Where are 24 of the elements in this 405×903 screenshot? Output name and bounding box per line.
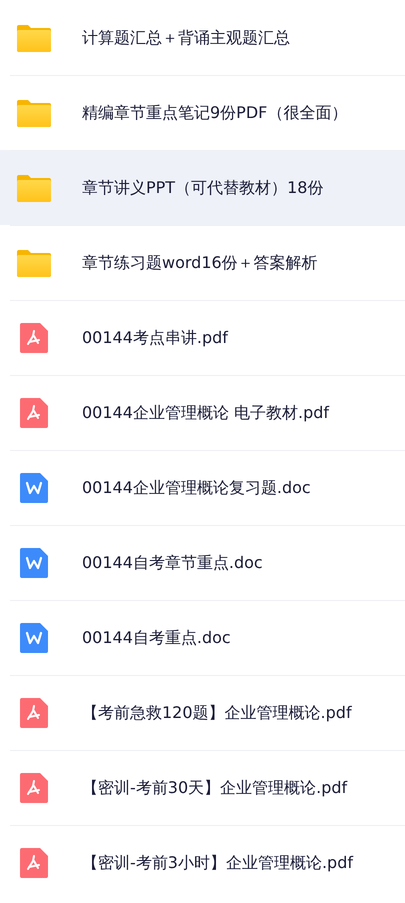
- file-row[interactable]: 章节讲义PPT（可代替教材）18份: [0, 150, 405, 225]
- file-row[interactable]: 00144企业管理概论复习题.doc: [0, 450, 405, 525]
- file-row[interactable]: 00144自考章节重点.doc: [0, 525, 405, 600]
- file-name: 00144考点串讲.pdf: [82, 326, 228, 348]
- file-name: 精编章节重点笔记9份PDF（很全面）: [82, 102, 348, 124]
- file-name: 章节练习题word16份＋答案解析: [82, 252, 318, 274]
- file-row[interactable]: 00144企业管理概论 电子教材.pdf: [0, 375, 405, 450]
- file-name: 【考前急救120题】企业管理概论.pdf: [82, 702, 352, 724]
- file-name: 计算题汇总＋背诵主观题汇总: [82, 26, 290, 48]
- file-row[interactable]: 【密训-考前30天】企业管理概论.pdf: [0, 750, 405, 825]
- file-name: 【密训-考前3小时】企业管理概论.pdf: [82, 852, 353, 874]
- file-name: 00144自考章节重点.doc: [82, 552, 263, 574]
- file-row[interactable]: 00144自考重点.doc: [0, 600, 405, 675]
- file-row[interactable]: 00144考点串讲.pdf: [0, 300, 405, 375]
- file-row[interactable]: 章节练习题word16份＋答案解析: [0, 225, 405, 300]
- file-name: 【密训-考前30天】企业管理概论.pdf: [82, 776, 348, 798]
- file-row[interactable]: 【密训-考前3小时】企业管理概论.pdf: [0, 825, 405, 900]
- file-row[interactable]: 精编章节重点笔记9份PDF（很全面）: [0, 75, 405, 150]
- file-row[interactable]: 【考前急救120题】企业管理概论.pdf: [0, 675, 405, 750]
- file-row[interactable]: 计算题汇总＋背诵主观题汇总: [0, 0, 405, 75]
- file-name: 00144企业管理概论复习题.doc: [82, 476, 311, 498]
- file-name: 00144企业管理概论 电子教材.pdf: [82, 402, 330, 424]
- file-name: 00144自考重点.doc: [82, 626, 231, 648]
- file-name: 章节讲义PPT（可代替教材）18份: [82, 176, 324, 198]
